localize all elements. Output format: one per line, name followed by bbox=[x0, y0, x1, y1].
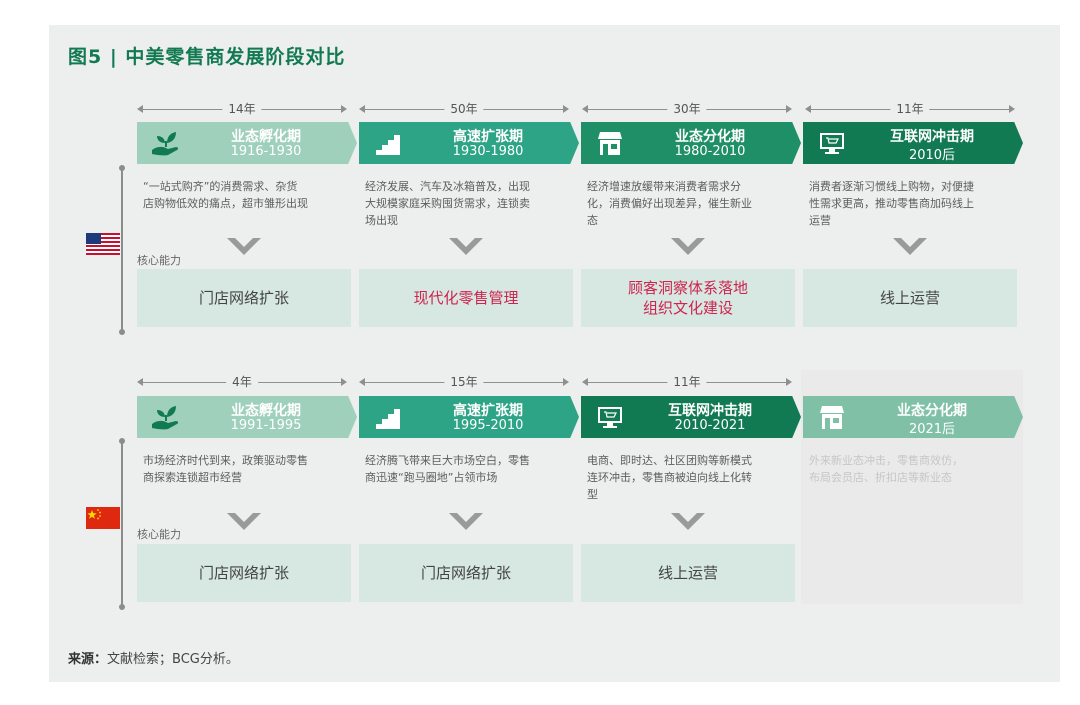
us-ability-2: 现代化零售管理 bbox=[359, 269, 573, 327]
duration-label: 14年 bbox=[222, 100, 262, 117]
cn-flag-icon bbox=[86, 507, 120, 529]
down-chevron-icon bbox=[449, 238, 483, 255]
cn-ability-1: 门店网络扩张 bbox=[137, 544, 351, 602]
us-stage-internet: 互联网冲击期 2010后 bbox=[803, 122, 1023, 164]
duration-label: 11年 bbox=[667, 373, 707, 390]
us-description-4: 消费者逐渐习惯线上购物，对便捷 性需求更高，推动零售商加码线上 运营 bbox=[809, 180, 974, 227]
sprout-hand-icon bbox=[152, 406, 179, 430]
cn-description-3: 电商、即时达、社区团购等新模式 连环冲击，零售商被迫向线上化转型 bbox=[587, 454, 752, 501]
computer-cart-icon bbox=[820, 133, 844, 154]
us-stage-differentiation: 业态分化期 1980-2010 bbox=[581, 122, 801, 164]
cn-ability-2: 门店网络扩张 bbox=[359, 544, 573, 602]
source-text: 文献检索；BCG分析。 bbox=[107, 652, 239, 667]
duration-label: 4年 bbox=[226, 373, 258, 390]
stage-years: 1980-2010 bbox=[674, 144, 746, 159]
cn-stage-incubation: 业态孵化期 1991-1995 bbox=[137, 396, 357, 438]
stage-years: 1995-2010 bbox=[452, 418, 524, 433]
stage-years: 2010后 bbox=[908, 148, 956, 163]
cn-stage-expansion: 高速扩张期 1995-2010 bbox=[359, 396, 579, 438]
cn-timeline-bar bbox=[121, 443, 123, 605]
stage-name: 业态分化期 bbox=[897, 403, 967, 419]
source-note: 来源：文献检索；BCG分析。 bbox=[68, 648, 239, 667]
cn-stage-differentiation: 业态分化期 2021后 bbox=[803, 396, 1023, 438]
cn-duration-2: 15年 bbox=[359, 372, 569, 392]
down-chevron-icon bbox=[227, 513, 261, 530]
us-stage-expansion: 高速扩张期 1930-1980 bbox=[359, 122, 579, 164]
cn-stage-internet: 互联网冲击期 2010-2021 bbox=[581, 396, 801, 438]
stage-name: 互联网冲击期 bbox=[890, 129, 974, 145]
duration-label: 50年 bbox=[444, 100, 484, 117]
stairs-icon bbox=[376, 409, 400, 429]
figure-title: 图5 | 中美零售商发展阶段对比 bbox=[68, 46, 346, 68]
stage-years: 2021后 bbox=[908, 422, 956, 437]
stage-years: 1991-1995 bbox=[230, 418, 302, 433]
stage-name: 业态孵化期 bbox=[231, 129, 301, 145]
duration-label: 30年 bbox=[667, 100, 707, 117]
us-duration-3: 30年 bbox=[582, 99, 792, 119]
us-description-1: “一站式购齐”的消费需求、杂货 店购物低效的痛点，超市雏形出现 bbox=[143, 180, 308, 210]
stairs-icon bbox=[376, 135, 400, 155]
us-description-3: 经济增速放缓带来消费者需求分 化，消费偏好出现差异，催生新业态 bbox=[587, 180, 752, 227]
stage-name: 业态分化期 bbox=[675, 129, 745, 145]
cn-duration-1: 4年 bbox=[137, 372, 347, 392]
sprout-hand-icon bbox=[152, 132, 179, 156]
stage-name: 互联网冲击期 bbox=[668, 403, 752, 419]
cn-description-2: 经济腾飞带来巨大市场空白，零售 商迅速“跑马圈地”占领市场 bbox=[365, 454, 530, 484]
us-duration-2: 50年 bbox=[359, 99, 569, 119]
stage-years: 2010-2021 bbox=[674, 418, 746, 433]
down-chevron-icon bbox=[671, 238, 705, 255]
cn-duration-3: 11年 bbox=[582, 372, 792, 392]
duration-label: 11年 bbox=[890, 100, 930, 117]
us-timeline-bar bbox=[121, 170, 123, 330]
store-icon bbox=[598, 132, 622, 155]
down-chevron-icon bbox=[227, 238, 261, 255]
timeline-dot bbox=[119, 604, 125, 610]
down-chevron-icon bbox=[671, 513, 705, 530]
down-chevron-icon bbox=[449, 513, 483, 530]
cn-description-4: 外来新业态冲击，零售商效仿， 布局会员店、折扣店等新业态 bbox=[809, 454, 963, 484]
stage-years: 1916-1930 bbox=[230, 144, 302, 159]
core-ability-label: 核心能力 bbox=[137, 528, 181, 541]
us-ability-4: 线上运营 bbox=[803, 269, 1017, 327]
us-duration-4: 11年 bbox=[805, 99, 1015, 119]
computer-cart-icon bbox=[598, 407, 622, 428]
stage-name: 高速扩张期 bbox=[453, 403, 523, 419]
down-chevron-icon bbox=[893, 238, 927, 255]
us-stage-incubation: 业态孵化期 1916-1930 bbox=[137, 122, 357, 164]
store-icon bbox=[820, 406, 844, 429]
stage-name: 业态孵化期 bbox=[231, 403, 301, 419]
duration-label: 15年 bbox=[444, 373, 484, 390]
us-duration-1: 14年 bbox=[137, 99, 347, 119]
timeline-dot bbox=[119, 329, 125, 335]
us-flag-icon bbox=[86, 233, 120, 255]
source-label: 来源： bbox=[68, 652, 108, 667]
us-ability-1: 门店网络扩张 bbox=[137, 269, 351, 327]
cn-description-1: 市场经济时代到来，政策驱动零售 商探索连锁超市经营 bbox=[143, 454, 308, 484]
stage-years: 1930-1980 bbox=[452, 144, 524, 159]
core-ability-label: 核心能力 bbox=[137, 254, 181, 267]
us-description-2: 经济发展、汽车及冰箱普及，出现 大规模家庭采购囤货需求，连锁卖 场出现 bbox=[365, 180, 530, 227]
us-ability-3: 顾客洞察体系落地 组织文化建设 bbox=[581, 269, 795, 327]
stage-name: 高速扩张期 bbox=[453, 129, 523, 145]
cn-ability-3: 线上运营 bbox=[581, 544, 795, 602]
